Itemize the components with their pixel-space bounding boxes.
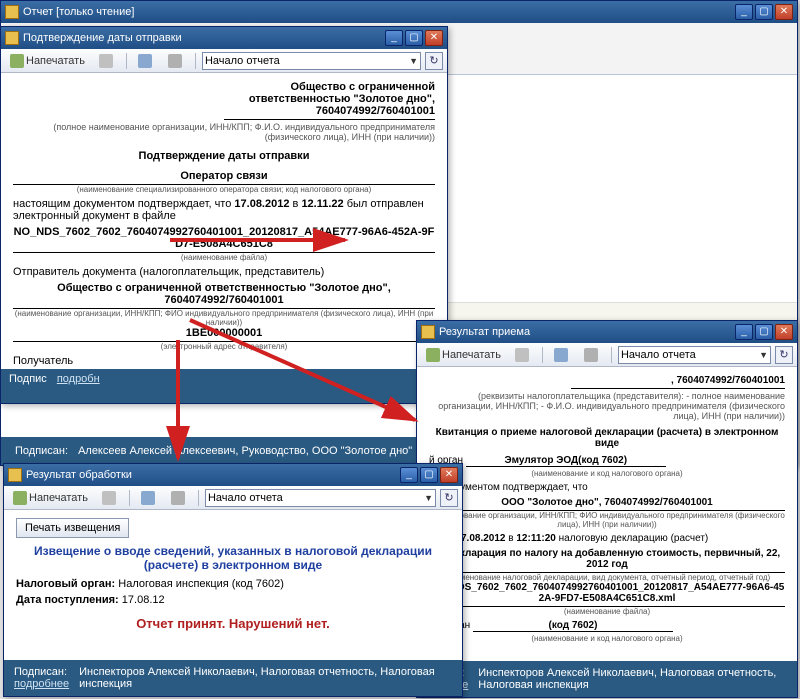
zoom-out-button[interactable] [163,52,189,70]
copy-button[interactable] [94,52,120,70]
print-icon [426,348,440,362]
doc-icon [5,31,19,45]
maximize-button[interactable]: ▢ [420,467,438,483]
copy-icon [515,348,529,362]
confirm-toolbar: Напечатать Начало отчета▼ ↻ [1,49,447,73]
more-link[interactable]: подробнее [14,678,69,690]
minimize-button[interactable]: _ [385,30,403,46]
receipt-toolbar: Напечатать Начало отчета▼ ↻ [417,343,797,367]
refresh-button[interactable]: ↻ [775,346,793,364]
footer-name: Инспекторов Алексей Николаевич, Налогова… [478,667,789,691]
confirm-doc: Общество с ограниченной ответственностью… [1,73,447,379]
confirm-title: Подтверждение даты отправки [23,32,182,44]
result-title: Результат обработки [26,469,132,481]
minimize-button[interactable]: _ [735,4,753,20]
copy-button[interactable] [510,346,536,364]
result-window: Результат обработки _ ▢ ✕ Напечатать Нач… [3,463,463,697]
zoom-in-button[interactable] [549,346,575,364]
chevron-down-icon: ▼ [409,56,418,66]
confirm-heading: Подтверждение даты отправки [13,150,435,162]
zoom-in-icon [554,348,568,362]
nav-select[interactable]: Начало отчета▼ [618,346,771,364]
copy-icon [102,491,116,505]
result-titlebar[interactable]: Результат обработки _ ▢ ✕ [4,464,462,486]
zoom-out-button[interactable] [166,489,192,507]
print-button[interactable]: Напечатать [5,52,90,70]
zoom-out-icon [171,491,185,505]
zoom-in-icon [141,491,155,505]
nav-select[interactable]: Начало отчета▼ [202,52,421,70]
print-button[interactable]: Напечатать [8,489,93,507]
receipt-title: Результат приема [439,326,530,338]
refresh-button[interactable]: ↻ [425,52,443,70]
close-button[interactable]: ✕ [440,467,458,483]
result-toolbar: Напечатать Начало отчета▼ ↻ [4,486,462,510]
zoom-in-button[interactable] [136,489,162,507]
close-button[interactable]: ✕ [775,324,793,340]
close-button[interactable]: ✕ [425,30,443,46]
result-doc: Печать извещения Извещение о вводе сведе… [4,510,462,649]
footer-label: Подписан: [15,445,68,457]
refresh-button[interactable]: ↻ [440,489,458,507]
zoom-in-icon [138,54,152,68]
receipt-doc: , 7604074992/760401001 (реквизиты налого… [417,367,797,651]
receipt-window: Результат приема _ ▢ ✕ Напечатать Начало… [416,320,798,698]
accepted-text: Отчет принят. Нарушений нет. [16,616,450,631]
maximize-button[interactable]: ▢ [755,324,773,340]
confirm-titlebar[interactable]: Подтверждение даты отправки _ ▢ ✕ [1,27,447,49]
doc-icon [421,325,435,339]
app-icon [5,5,19,19]
footer-name: Инспекторов Алексей Николаевич, Налогова… [79,666,452,690]
minimize-button[interactable]: _ [400,467,418,483]
print-icon [10,54,24,68]
print-button[interactable]: Напечатать [421,346,506,364]
confirm-footer: Подпис подробн [1,369,447,403]
close-button[interactable]: ✕ [775,4,793,20]
chevron-down-icon: ▼ [424,493,433,503]
zoom-out-icon [168,54,182,68]
main-title: Отчет [только чтение] [23,6,134,18]
maximize-button[interactable]: ▢ [405,30,423,46]
minimize-button[interactable]: _ [735,324,753,340]
receipt-titlebar[interactable]: Результат приема _ ▢ ✕ [417,321,797,343]
footer-name: Алексеев Алексей Алексеевич, Руководство… [78,445,412,457]
receipt-footer: дписан: дробнее Инспекторов Алексей Нико… [417,661,797,697]
zoom-out-button[interactable] [579,346,605,364]
maximize-button[interactable]: ▢ [755,4,773,20]
result-heading: Извещение о вводе сведений, указанных в … [20,544,446,572]
nav-select[interactable]: Начало отчета▼ [205,489,436,507]
main-titlebar[interactable]: Отчет [только чтение] _ ▢ ✕ [1,1,797,23]
zoom-in-button[interactable] [133,52,159,70]
more-link[interactable]: подробн [57,373,100,385]
copy-icon [99,54,113,68]
copy-button[interactable] [97,489,123,507]
doc-icon [8,468,22,482]
chevron-down-icon: ▼ [759,350,768,360]
receipt-heading: Квитанция о приеме налоговой декларации … [429,427,785,449]
result-footer: Подписан: подробнее Инспекторов Алексей … [4,660,462,696]
print-notice-button[interactable]: Печать извещения [16,518,129,538]
confirm-window: Подтверждение даты отправки _ ▢ ✕ Напеча… [0,26,448,404]
zoom-out-icon [584,348,598,362]
print-icon [13,491,27,505]
